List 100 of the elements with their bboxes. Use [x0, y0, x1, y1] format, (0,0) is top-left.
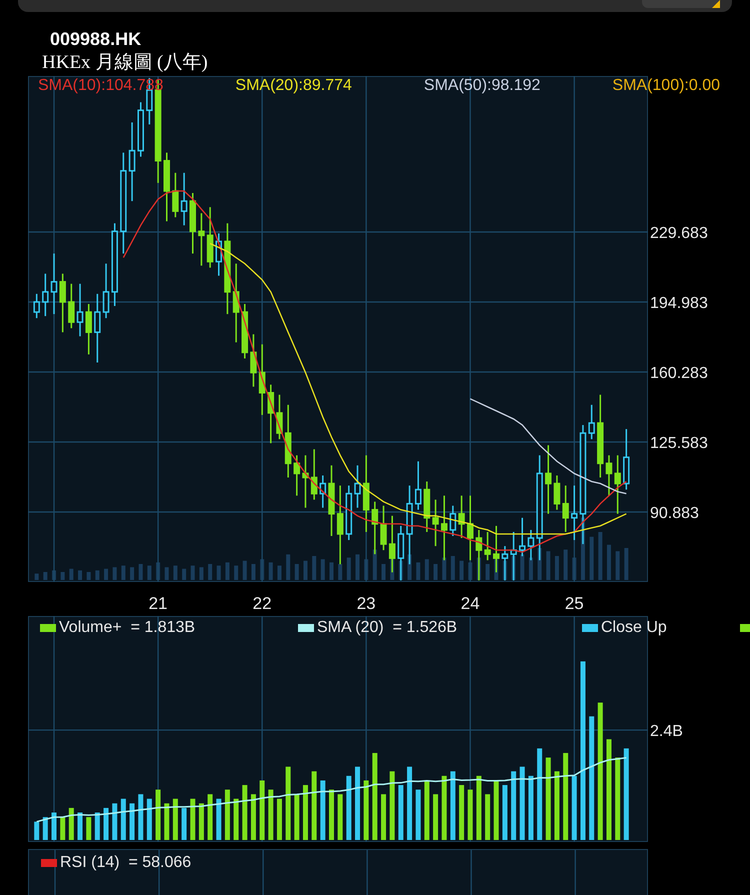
moving-average-legend: SMA(50):98.192 — [424, 77, 540, 95]
top-bar-tab[interactable] — [642, 0, 720, 8]
candlestick — [190, 193, 196, 254]
volume-shading-bar — [572, 558, 576, 580]
candlestick — [510, 532, 517, 580]
volume-shading-bar — [199, 567, 204, 580]
candlestick — [172, 172, 179, 218]
year-axis-label: 22 — [252, 594, 272, 613]
candlestick — [276, 394, 283, 440]
candlestick — [562, 486, 569, 532]
volume-shading-bar — [121, 566, 126, 580]
volume-shading-bar — [104, 568, 108, 580]
volume-shading-bar — [502, 560, 507, 580]
candlestick — [571, 486, 578, 540]
volume-shading-bar — [442, 558, 446, 580]
volume-shading-bar — [356, 554, 360, 580]
volume-shading-bar — [538, 548, 542, 580]
candlestick — [85, 304, 92, 354]
moving-average-legend: SMA(100):0.00 — [612, 77, 720, 95]
price-axis-label: 229.683 — [650, 225, 708, 242]
volume-shading-bar — [112, 567, 117, 580]
volume-shading-bar — [346, 558, 351, 580]
candlestick — [484, 532, 491, 560]
volume-shading-bar — [225, 562, 230, 580]
candlestick — [623, 429, 630, 490]
legend-label: Close Up — [601, 619, 667, 637]
volume-shading-bar — [580, 518, 585, 580]
volume-shading-bar — [624, 548, 628, 580]
candlestick — [432, 500, 439, 546]
volume-shading-bar — [320, 559, 325, 580]
candlestick — [242, 304, 248, 358]
candlestick — [50, 254, 58, 314]
volume-shading-bar — [398, 560, 403, 580]
volume-shading-bar — [364, 559, 368, 580]
candlestick — [258, 344, 266, 415]
candlestick — [250, 334, 257, 387]
volume-shading-bar — [528, 558, 533, 580]
candlestick — [346, 486, 352, 540]
year-axis-label: 25 — [564, 594, 584, 613]
year-axis-label: 23 — [356, 594, 376, 613]
candlestick — [310, 449, 318, 500]
volume-shading-bar — [130, 567, 134, 580]
volume-shading-bar — [34, 574, 39, 580]
candlestick — [502, 546, 508, 580]
volume-shading-bar — [468, 562, 472, 580]
volume-shading-bar — [494, 559, 498, 580]
volume-axis-label: 2.4B — [650, 723, 683, 740]
candlestick — [554, 475, 560, 510]
volume-shading-bar — [234, 566, 238, 580]
volume-shading-bar — [330, 562, 334, 580]
candlestick — [102, 264, 110, 318]
volume-shading-bar — [554, 556, 559, 580]
candlestick — [493, 526, 500, 572]
volume-shading-bar — [424, 559, 429, 580]
candlestick — [450, 506, 456, 536]
volume-shading-bar — [606, 544, 611, 580]
legend-label: RSI (14) = 58.066 — [60, 854, 192, 872]
candlestick — [388, 516, 396, 572]
stock-symbol: 009988.HK — [50, 28, 142, 50]
year-axis-label: 24 — [460, 594, 480, 613]
volume-shading-bar — [69, 568, 74, 580]
candlestick — [398, 526, 404, 580]
volume-shading-bar — [303, 560, 308, 580]
candlestick — [180, 172, 188, 226]
volume-shading-bar — [616, 551, 620, 580]
legend-label: Volume+ = 1.813B — [59, 619, 196, 637]
volume-shading-bar — [60, 572, 65, 580]
volume-shading-bar — [173, 566, 178, 580]
candlestick — [380, 506, 387, 550]
candlestick — [42, 274, 49, 316]
candlestick — [606, 455, 612, 496]
volume-shading-bar — [450, 556, 455, 580]
price-axis-label: 194.983 — [650, 295, 708, 312]
candlestick — [354, 465, 361, 508]
volume-shading-bar — [476, 558, 481, 580]
volume-shading-bar — [277, 566, 282, 580]
volume-shading-bar — [382, 564, 386, 580]
volume-shading-bar — [598, 532, 602, 580]
volume-shading-bar — [164, 567, 169, 580]
candlestick — [424, 482, 430, 532]
volume-shading-bar — [95, 570, 100, 580]
candlestick — [614, 455, 621, 514]
candlestick — [294, 455, 300, 496]
volume-shading-bar — [208, 564, 212, 580]
candlestick — [588, 404, 595, 440]
volume-shading-bar — [486, 564, 490, 580]
volume-shading-bar — [78, 570, 82, 580]
volume-shading-bar — [590, 536, 594, 580]
chart-subtitle: HKEx 月線圖 (八年) — [42, 51, 209, 75]
candlestick — [68, 284, 75, 328]
candlestick — [206, 207, 214, 268]
volume-shading-bar — [434, 564, 438, 580]
volume-shading-bar — [372, 550, 377, 580]
volume-shading-bar — [242, 560, 247, 580]
candlestick — [94, 294, 101, 362]
price-axis-label: 90.883 — [650, 505, 699, 522]
volume-shading-bar — [460, 560, 464, 580]
candlestick — [476, 530, 482, 580]
volume-shading-bar — [190, 566, 195, 580]
volume-shading-bar — [182, 568, 186, 580]
